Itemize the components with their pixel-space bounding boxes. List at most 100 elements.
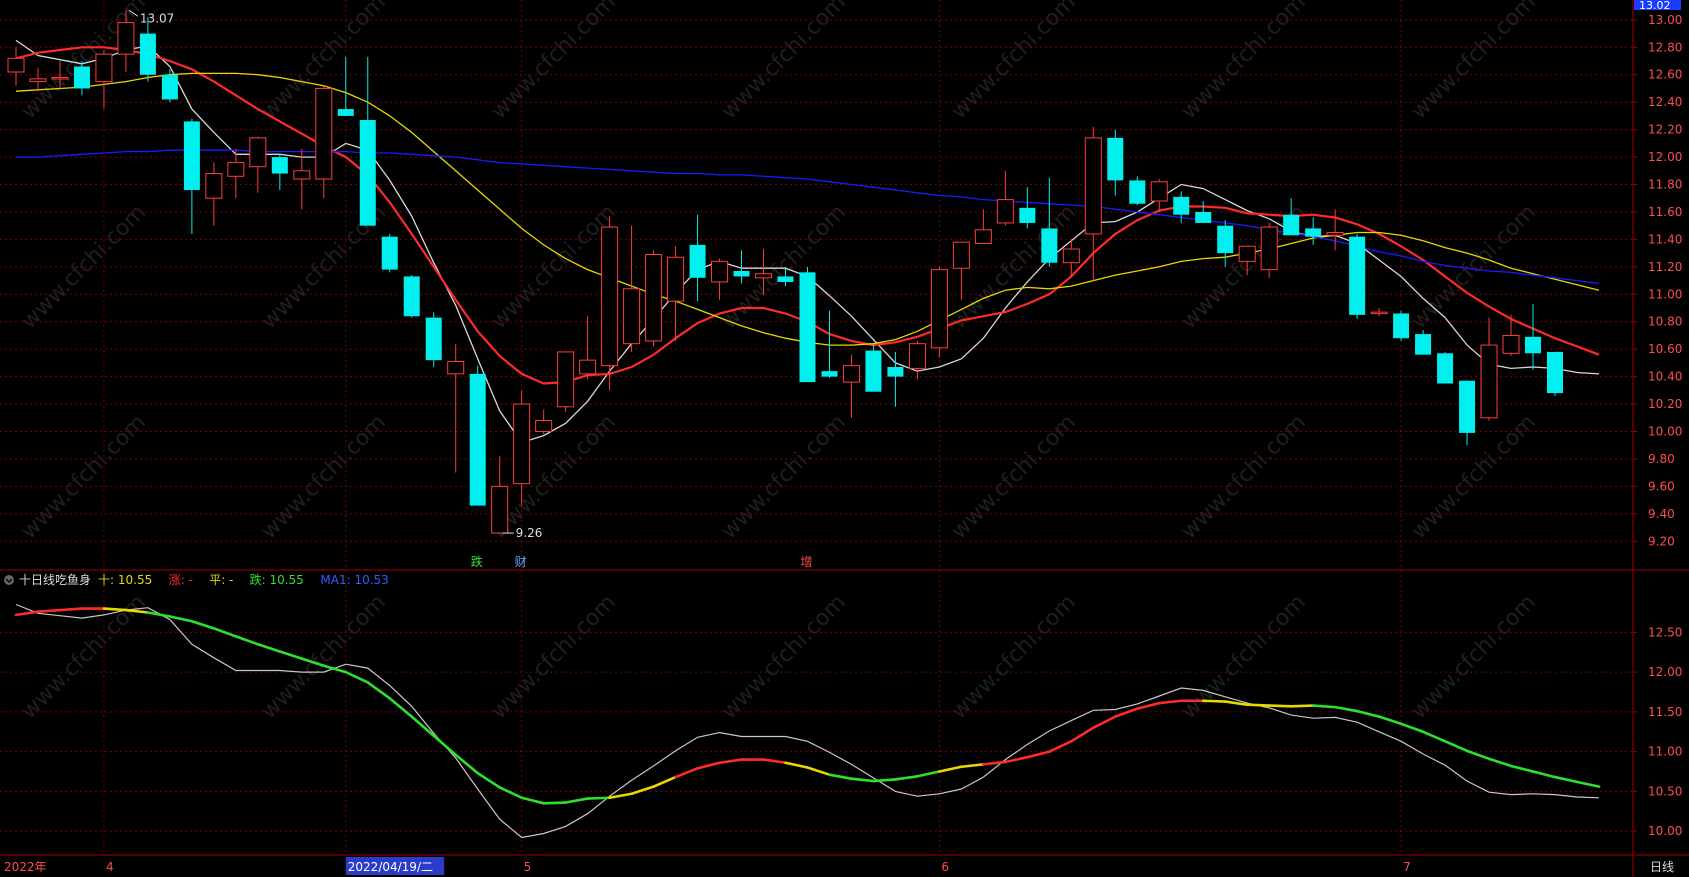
candle-body-rise (315, 87, 333, 180)
candle-body-rise (908, 343, 926, 369)
candle[interactable] (645, 250, 663, 347)
candle-body-fall (1129, 180, 1146, 204)
indicator-y-tick-label: 10.50 (1648, 784, 1682, 798)
candle-body-rise (557, 351, 575, 408)
candle[interactable] (469, 365, 486, 506)
candle-body-rise (952, 241, 970, 269)
indicator-legend-item: MA1: 10.53 (320, 573, 388, 587)
candle[interactable] (799, 266, 816, 383)
candle-body-fall (1217, 225, 1234, 254)
last-price-badge-label: 13.02 (1639, 0, 1671, 12)
candle-body-fall (425, 317, 442, 361)
candle-body-rise (579, 359, 597, 375)
candle-body-rise (755, 273, 773, 279)
indicator-ten-line-segment (1289, 704, 1315, 708)
x-axis-label: 4 (106, 860, 114, 874)
indicator-legend-item: 涨: - (169, 572, 193, 587)
candle-body-fall (337, 109, 354, 116)
candle-body-fall (469, 373, 486, 506)
y-tick-label: 10.20 (1648, 397, 1682, 411)
candle[interactable] (865, 343, 882, 392)
candle[interactable] (403, 275, 420, 318)
event-marker: 财 (515, 555, 527, 569)
y-tick-label: 12.80 (1648, 40, 1682, 54)
candle-body-fall (381, 236, 398, 270)
indicator-title: 十日线吃鱼身 (19, 572, 91, 587)
y-tick-label: 9.80 (1648, 452, 1675, 466)
candle-body-rise (1062, 248, 1080, 264)
collapse-icon[interactable] (4, 575, 14, 585)
candle-body-fall (139, 33, 156, 75)
indicator-y-tick-label: 12.50 (1648, 625, 1682, 639)
x-axis-label: 7 (1403, 860, 1411, 874)
indicator-ten-line-segment (58, 607, 84, 612)
candle-body-fall (1173, 196, 1190, 215)
candle-body-fall (1525, 336, 1542, 354)
candle-body-fall (1283, 214, 1300, 236)
indicator-legend-item: 十: 10.55 (98, 573, 152, 587)
candle-body-fall (1349, 236, 1366, 315)
candle[interactable] (381, 233, 398, 273)
y-tick-label: 12.00 (1648, 150, 1682, 164)
candle[interactable] (1260, 222, 1278, 278)
candle[interactable] (557, 351, 575, 413)
candle[interactable] (601, 216, 619, 391)
candle-body-fall (689, 244, 706, 278)
candle-body-rise (601, 226, 619, 367)
x-axis-cursor-label: 2022/04/19/二 (348, 860, 433, 874)
candle-body-rise (1150, 181, 1168, 202)
candle-body-rise (1326, 232, 1344, 236)
candle-body-rise (535, 420, 553, 433)
candle-body-fall (1107, 137, 1124, 181)
candle-body-fall (1041, 228, 1058, 263)
indicator-y-tick-label: 11.00 (1648, 745, 1682, 759)
candle-body-rise (51, 76, 69, 80)
candle-body-fall (865, 350, 882, 392)
candle-body-fall (887, 367, 904, 377)
candle-body-rise (29, 78, 47, 83)
indicator-ten-line-segment (586, 796, 611, 800)
candle[interactable] (425, 312, 442, 368)
candle-body-fall (821, 371, 838, 377)
candle-body-rise (1260, 226, 1278, 271)
candle-body-fall (183, 121, 200, 191)
candle-body-fall (733, 270, 750, 277)
candle[interactable] (1129, 176, 1146, 206)
candle-body-fall (1415, 334, 1432, 355)
candle-body-rise (1084, 137, 1102, 235)
indicator-y-tick-label: 10.00 (1648, 824, 1682, 838)
x-axis-label: 5 (524, 860, 532, 874)
kline-chart[interactable]: www.cfchi.com www.cfchi.com www.cfchi.com w… (0, 0, 1689, 877)
y-tick-label: 11.80 (1648, 178, 1682, 192)
candle-body-rise (1502, 334, 1520, 354)
candle-body-fall (1393, 313, 1410, 339)
candle-body-rise (1370, 311, 1388, 315)
candle-body-rise (1480, 344, 1498, 419)
candle[interactable] (930, 266, 948, 358)
candle-body-fall (403, 276, 420, 317)
event-marker: 增 (800, 555, 812, 569)
candle-body-fall (799, 272, 816, 383)
indicator-legend-item: 跌: 10.55 (250, 572, 304, 587)
candle-body-fall (1305, 228, 1322, 237)
indicator-y-tick-label: 11.50 (1648, 705, 1682, 719)
candle[interactable] (1547, 351, 1563, 396)
candle[interactable] (1393, 310, 1410, 341)
y-tick-label: 12.20 (1648, 123, 1682, 137)
candle[interactable] (1349, 233, 1366, 319)
event-marker: 跌 (471, 554, 483, 569)
candle-body-rise (623, 288, 641, 345)
indicator-ten-line-segment (1311, 704, 1337, 709)
indicator-ten-line-segment (872, 778, 897, 783)
y-tick-label: 11.60 (1648, 205, 1682, 219)
y-tick-label: 11.40 (1648, 232, 1682, 246)
period-label: 日线 (1650, 860, 1674, 874)
y-tick-label: 10.60 (1648, 342, 1682, 356)
y-tick-label: 10.40 (1648, 370, 1682, 384)
y-tick-label: 9.40 (1648, 507, 1675, 521)
candle-body-rise (205, 173, 223, 199)
y-tick-label: 9.20 (1648, 534, 1675, 548)
candle[interactable] (1437, 351, 1454, 384)
y-tick-label: 12.40 (1648, 95, 1682, 109)
indicator-ten-line-segment (542, 801, 567, 805)
